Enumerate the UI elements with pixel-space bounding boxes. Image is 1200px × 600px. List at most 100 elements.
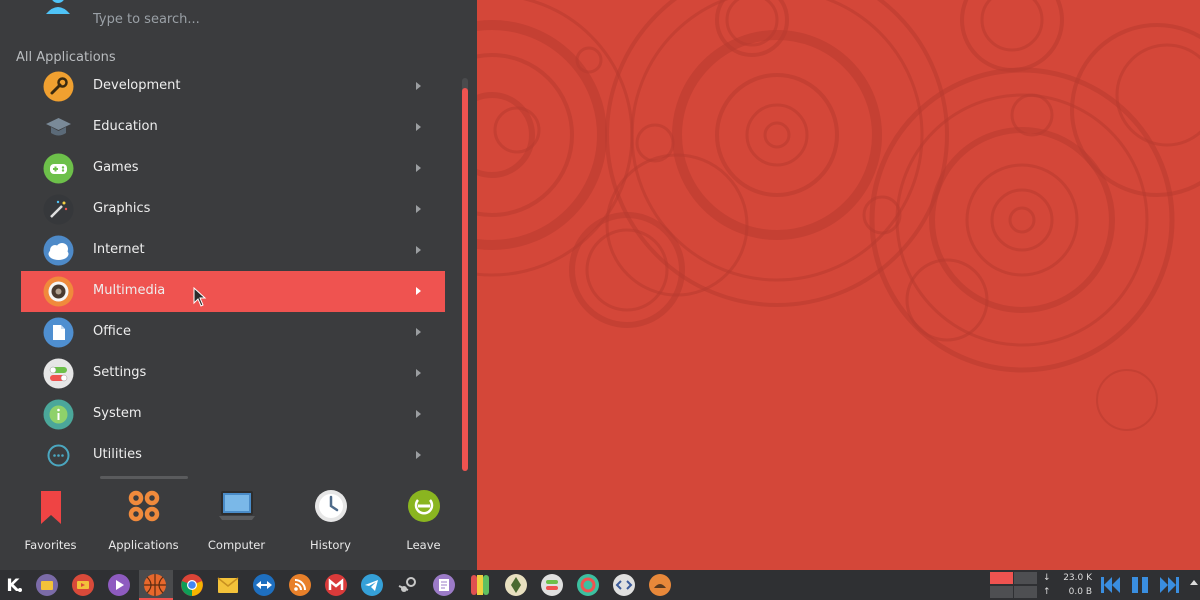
magic-wand-icon [43,194,74,225]
category-internet[interactable]: Internet [21,230,445,271]
scrollbar-thumb[interactable] [462,88,468,471]
category-label: Utilities [93,447,142,462]
next-track-icon[interactable] [1158,575,1180,595]
video-player-icon[interactable] [71,573,95,597]
kde-menu-icon[interactable]: K [1,573,25,597]
basketball-icon[interactable] [143,573,167,597]
color-picker-icon[interactable] [468,573,492,597]
chevron-right-icon [416,164,421,172]
category-label: Internet [93,242,145,257]
download-speed: 23.0 K [1063,573,1092,583]
category-list: Development Education Games Graphics Int… [21,66,445,476]
chevron-right-icon [416,410,421,418]
category-development[interactable]: Development [21,66,445,107]
applications-grid-icon [128,490,159,522]
nav-applications[interactable]: Applications [97,488,190,558]
chevron-right-icon [416,328,421,336]
category-education[interactable]: Education [21,107,445,148]
category-utilities[interactable]: Utilities [21,435,445,476]
nav-label: Applications [108,538,179,552]
gamepad-icon [43,153,74,184]
category-label: Office [93,324,131,339]
user-avatar-icon[interactable] [44,0,72,14]
net-graph-cell [990,586,1013,598]
steam-icon[interactable] [396,573,420,597]
telegram-icon[interactable] [360,573,384,597]
upload-speed: 0.0 B [1068,587,1092,597]
previous-track-icon[interactable] [1100,575,1122,595]
media-player-icon[interactable] [107,573,131,597]
category-games[interactable]: Games [21,148,445,189]
category-settings[interactable]: Settings [21,353,445,394]
network-monitor-graph[interactable] [990,572,1040,598]
cloud-globe-icon [43,235,74,266]
mouse-cursor-icon [193,287,207,307]
desktop-wallpaper [477,0,1200,570]
search-input[interactable] [85,6,451,32]
file-manager-icon[interactable] [35,573,59,597]
category-graphics[interactable]: Graphics [21,189,445,230]
nav-leave[interactable]: Leave [377,488,470,558]
category-label: Multimedia [93,283,166,298]
laptop-icon [218,491,255,520]
bottom-navigation: Favorites Applications Computer History … [0,480,477,570]
nav-history[interactable]: History [284,488,377,558]
category-label: Graphics [93,201,151,216]
category-system[interactable]: System [21,394,445,435]
application-launcher: All Applications Development Education [0,0,477,570]
chevron-right-icon [416,287,421,295]
taskbar: K ↓ 23.0 K ↑ 0.0 B [0,570,1200,600]
chevron-right-icon [416,205,421,213]
media-controls [1100,575,1185,595]
gmail-icon[interactable] [324,573,348,597]
category-label: Games [93,160,139,175]
mail-icon[interactable] [216,573,240,597]
speaker-icon [43,276,74,307]
graduation-cap-icon [46,118,71,136]
document-icon [43,317,74,348]
inkscape-icon[interactable] [504,573,528,597]
nav-favorites[interactable]: Favorites [4,488,97,558]
category-label: System [93,406,142,421]
system-gear-icon[interactable] [576,573,600,597]
info-icon [43,399,74,430]
down-arrow-icon: ↓ [1043,573,1051,583]
nav-computer[interactable]: Computer [190,488,283,558]
category-label: Education [93,119,158,134]
code-editor-icon[interactable] [612,573,636,597]
chevron-right-icon [416,451,421,459]
toggle-switches-icon [43,358,74,389]
list-scrollbar[interactable] [462,78,468,471]
cat-icon[interactable] [648,573,672,597]
bookmark-icon [40,491,61,524]
network-speed: ↓ 23.0 K ↑ 0.0 B [1040,571,1096,599]
net-graph-cell [1014,586,1037,598]
up-arrow-icon: ↑ [1043,587,1051,597]
category-office[interactable]: Office [21,312,445,353]
nav-label: History [310,538,351,552]
chrome-icon[interactable] [180,573,204,597]
teamviewer-icon[interactable] [252,573,276,597]
list-divider [100,476,188,479]
chevron-right-icon [416,246,421,254]
pause-icon[interactable] [1130,575,1150,595]
nav-label: Computer [207,538,266,552]
system-tray-expand-icon[interactable] [1190,580,1198,585]
nav-label: Leave [406,538,441,552]
chevron-right-icon [416,369,421,377]
clock-icon [314,490,347,522]
dots-icon [47,444,70,467]
nav-label: Favorites [24,538,77,552]
section-title: All Applications [16,50,116,65]
wrench-icon [43,71,74,102]
category-multimedia[interactable]: Multimedia [21,271,445,312]
category-label: Settings [93,365,147,380]
rss-icon[interactable] [288,573,312,597]
text-editor-icon[interactable] [432,573,456,597]
net-graph-cell [1014,572,1037,584]
power-icon [407,490,440,522]
chevron-right-icon [416,82,421,90]
settings-toggle-icon[interactable] [540,573,564,597]
chevron-right-icon [416,123,421,131]
wallpaper-circles [477,0,1200,431]
